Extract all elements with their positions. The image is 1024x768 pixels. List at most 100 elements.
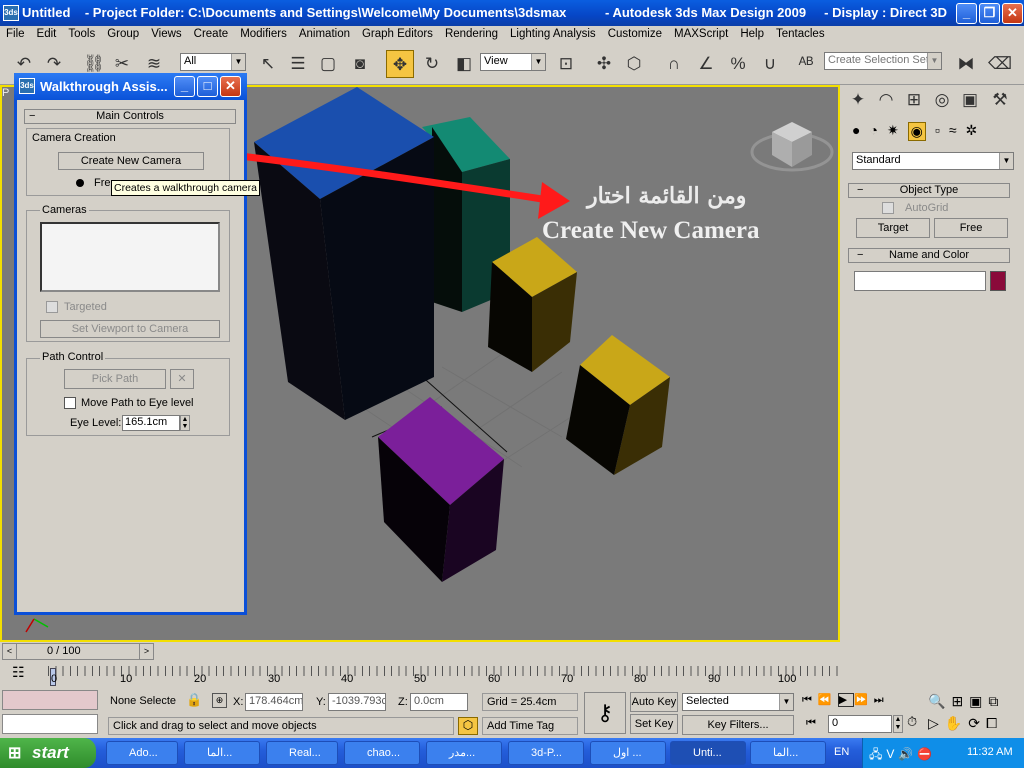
systems-icon[interactable]: ✲ — [966, 122, 978, 141]
menu-lighting-analysis[interactable]: Lighting Analysis — [504, 26, 602, 45]
menu-rendering[interactable]: Rendering — [439, 26, 504, 45]
lights-icon[interactable]: ✷ — [887, 122, 899, 141]
eye-level-input[interactable]: 165.1cm — [122, 415, 180, 431]
align-icon[interactable]: ⌫ — [986, 50, 1014, 78]
eye-level-spinner-icon[interactable]: ▲ ▼ — [180, 415, 190, 431]
object-type-rollout[interactable]: − Object Type — [848, 183, 1010, 198]
spacewarps-icon[interactable]: ≈ — [949, 122, 957, 141]
menu-graph-editors[interactable]: Graph Editors — [356, 26, 439, 45]
y-coordinate-input[interactable]: -1039.793c — [328, 693, 386, 711]
key-mode-icon[interactable]: ⏮ — [806, 717, 816, 730]
track-bar[interactable]: ☷ 0 10 20 30 40 50 60 70 80 90 100 — [0, 662, 842, 688]
target-camera-button[interactable]: Target — [856, 218, 930, 238]
maxscript-listener-mini[interactable] — [2, 690, 98, 710]
snap-toggle-icon[interactable]: ∩ — [660, 50, 688, 78]
move-icon[interactable]: ✥ — [386, 50, 414, 78]
modify-tab-icon[interactable]: ◠ — [872, 87, 900, 113]
named-selection-set-dropdown[interactable]: Create Selection Set ▼ — [824, 52, 942, 70]
selection-filter-dropdown[interactable]: All ▼ — [180, 53, 246, 71]
pivot-center-icon[interactable]: ⊡ — [552, 50, 580, 78]
menu-group[interactable]: Group — [101, 26, 145, 45]
scale-icon[interactable]: ◧ — [450, 50, 478, 78]
maximize-viewport-icon[interactable]: ⧠ — [986, 715, 1003, 731]
category-dropdown[interactable]: Standard ▼ — [852, 152, 1014, 170]
taskbar-item-active[interactable]: Unti... — [670, 741, 746, 765]
rotate-icon[interactable]: ↻ — [418, 50, 446, 78]
minimize-icon[interactable]: _ — [956, 3, 977, 24]
main-controls-rollout[interactable]: − Main Controls — [24, 109, 236, 124]
antivirus-icon[interactable]: V — [886, 747, 898, 761]
keyboard-shortcut-icon[interactable]: ⬡ — [620, 50, 648, 78]
reference-coordinate-dropdown[interactable]: View ▼ — [480, 53, 546, 71]
name-color-rollout[interactable]: − Name and Color — [848, 248, 1010, 263]
menu-maxscript[interactable]: MAXScript — [668, 26, 734, 45]
app-title-bar[interactable]: 3ds Untitled - Project Folder: C:\Docume… — [0, 0, 1024, 26]
play-icon[interactable]: ▶ — [837, 693, 855, 707]
menu-help[interactable]: Help — [734, 26, 770, 45]
spinner-snap-icon[interactable]: ∪ — [756, 50, 784, 78]
set-key-icon[interactable]: ⚷ — [584, 692, 626, 734]
object-color-swatch[interactable] — [990, 271, 1006, 291]
pick-path-button[interactable]: Pick Path — [64, 369, 166, 389]
taskbar-item[interactable]: الما... — [184, 741, 260, 765]
time-slider[interactable]: < 0 / 100 > — [2, 643, 154, 660]
lock-icon[interactable]: 🔒 — [186, 692, 202, 708]
close-icon[interactable]: ✕ — [1002, 3, 1023, 24]
pan-icon[interactable]: ✋ — [945, 715, 968, 731]
menu-create[interactable]: Create — [188, 26, 235, 45]
frame-spinner-icon[interactable]: ▲ ▼ — [893, 715, 903, 733]
object-name-input[interactable] — [854, 271, 986, 291]
current-frame-input[interactable]: 0 — [828, 715, 892, 733]
taskbar-item[interactable]: الما... — [750, 741, 826, 765]
walkthrough-title-bar[interactable]: 3ds Walkthrough Assis... _ □ ✕ — [14, 73, 247, 100]
zoom-extents-all-icon[interactable]: ⧉ — [988, 693, 1004, 709]
rect-selection-icon[interactable]: ▢ — [314, 50, 342, 78]
named-selection-edit-icon[interactable]: ᴬᴮ — [792, 50, 820, 78]
free-radio[interactable] — [76, 179, 84, 187]
field-of-view-icon[interactable]: ▷ — [928, 715, 945, 731]
selection-lock-icon[interactable]: ⬡ — [458, 717, 478, 735]
menu-customize[interactable]: Customize — [602, 26, 668, 45]
taskbar-item[interactable]: مدر... — [426, 741, 502, 765]
taskbar-item[interactable]: chao... — [344, 741, 420, 765]
utilities-tab-icon[interactable]: ⚒ — [986, 87, 1014, 113]
display-tab-icon[interactable]: ▣ — [956, 87, 984, 113]
shapes-icon[interactable]: ◔ — [869, 122, 877, 141]
avira-icon[interactable]: ⛔ — [917, 747, 936, 761]
select-manipulate-icon[interactable]: ✣ — [590, 50, 618, 78]
geometry-icon[interactable]: ● — [852, 122, 860, 141]
zoom-extents-icon[interactable]: ▣ — [969, 693, 988, 709]
menu-animation[interactable]: Animation — [293, 26, 356, 45]
menu-file[interactable]: File — [0, 26, 31, 45]
helpers-icon[interactable]: ▫ — [935, 122, 940, 141]
create-tab-icon[interactable]: ✦ — [844, 87, 872, 113]
select-object-icon[interactable]: ↖ — [254, 50, 282, 78]
walkthrough-minimize-icon[interactable]: _ — [174, 76, 195, 97]
clear-path-icon[interactable]: ✕ — [170, 369, 194, 389]
menu-tentacles[interactable]: Tentacles — [770, 26, 831, 45]
viewport-label[interactable]: P — [2, 87, 9, 99]
time-configuration-icon[interactable]: ⏱ — [907, 714, 917, 730]
go-to-start-icon[interactable]: ⏮ — [802, 694, 818, 706]
network-icon[interactable]: 🖧 — [869, 747, 886, 761]
percent-snap-icon[interactable]: % — [724, 50, 752, 78]
zoom-all-icon[interactable]: ⊞ — [951, 693, 969, 709]
walkthrough-maximize-icon[interactable]: □ — [197, 76, 218, 97]
start-button[interactable]: ⊞ start — [0, 738, 96, 768]
maxscript-input[interactable] — [2, 714, 98, 734]
key-filters-button[interactable]: Key Filters... — [682, 715, 794, 735]
volume-icon[interactable]: 🔊 — [898, 747, 917, 761]
create-new-camera-button[interactable]: Create New Camera — [58, 152, 204, 170]
previous-frame-icon[interactable]: ⏪ — [818, 694, 838, 706]
window-crossing-icon[interactable]: ◙ — [346, 50, 374, 78]
language-indicator[interactable]: EN — [834, 746, 849, 758]
zoom-icon[interactable]: 🔍 — [928, 693, 951, 709]
cameras-icon[interactable]: ◉ — [907, 122, 926, 141]
select-by-name-icon[interactable]: ☰ — [284, 50, 312, 78]
z-coordinate-input[interactable]: 0.0cm — [410, 693, 468, 711]
key-selected-dropdown[interactable]: Selected ▼ — [682, 693, 794, 711]
auto-key-button[interactable]: Auto Key — [630, 692, 678, 712]
go-to-end-icon[interactable]: ⏭ — [874, 694, 890, 706]
motion-tab-icon[interactable]: ◎ — [928, 87, 956, 113]
taskbar-item[interactable]: اول ... — [590, 741, 666, 765]
